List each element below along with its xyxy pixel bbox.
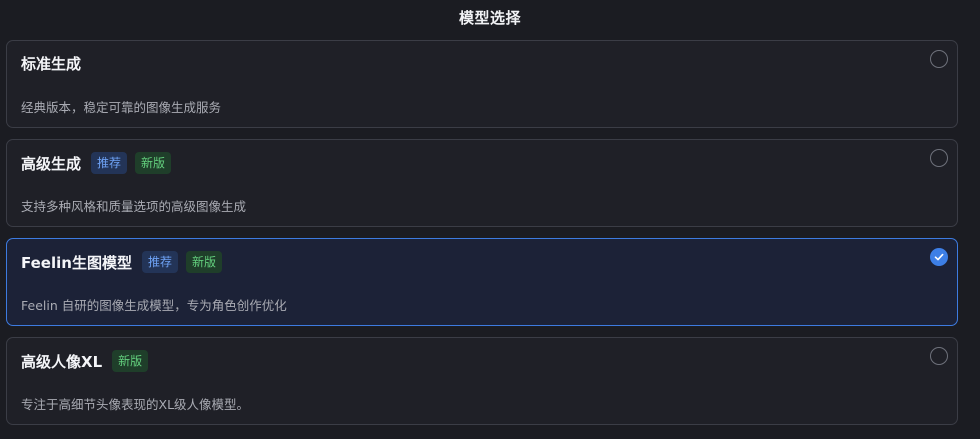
new-badge: 新版 xyxy=(185,251,222,273)
radio-empty-icon[interactable] xyxy=(930,149,948,167)
new-badge: 新版 xyxy=(135,152,172,174)
new-badge: 新版 xyxy=(112,350,149,372)
radio-empty-icon[interactable] xyxy=(930,50,948,68)
model-name: 高级生成 xyxy=(21,154,82,173)
model-description: 经典版本，稳定可靠的图像生成服务 xyxy=(21,100,222,115)
model-card-header: 高级人像XL 新版 xyxy=(21,350,149,372)
recommend-badge: 推荐 xyxy=(91,152,128,174)
model-description: Feelin 自研的图像生成模型，专为角色创作优化 xyxy=(21,298,287,313)
model-description: 支持多种风格和质量选项的高级图像生成 xyxy=(21,199,247,214)
model-card-header: Feelin生图模型 推荐 新版 xyxy=(21,251,222,273)
checkmark-icon[interactable] xyxy=(930,248,948,266)
model-name: Feelin生图模型 xyxy=(21,253,132,272)
model-description: 专注于高细节头像表现的XL级人像模型。 xyxy=(21,397,250,412)
model-card-standard[interactable]: 标准生成 经典版本，稳定可靠的图像生成服务 xyxy=(6,40,958,128)
model-name: 高级人像XL xyxy=(21,352,103,371)
model-card-header: 高级生成 推荐 新版 xyxy=(21,152,172,174)
model-card-advanced[interactable]: 高级生成 推荐 新版 支持多种风格和质量选项的高级图像生成 xyxy=(6,139,958,227)
recommend-badge: 推荐 xyxy=(141,251,178,273)
radio-empty-icon[interactable] xyxy=(930,347,948,365)
model-name: 标准生成 xyxy=(21,55,82,73)
checkmark-glyph xyxy=(934,253,944,261)
page-title: 模型选择 xyxy=(458,9,521,27)
model-card-header: 标准生成 xyxy=(21,53,83,74)
model-card-feelin[interactable]: Feelin生图模型 推荐 新版 Feelin 自研的图像生成模型，专为角色创作… xyxy=(6,238,958,326)
model-card-portrait-xl[interactable]: 高级人像XL 新版 专注于高细节头像表现的XL级人像模型。 xyxy=(6,337,958,425)
